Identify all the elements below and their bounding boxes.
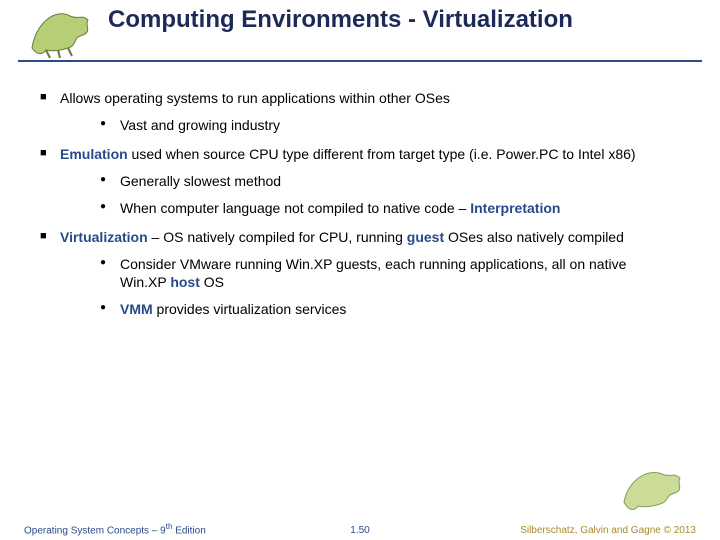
footer-text: Edition: [172, 525, 205, 536]
slide-title: Computing Environments - Virtualization: [108, 6, 573, 34]
dinosaur-icon: [24, 2, 104, 60]
term-guest: guest: [407, 229, 444, 245]
bullet-emulation: Emulation used when source CPU type diff…: [40, 146, 680, 217]
bullet-text: When computer language not compiled to n…: [120, 200, 470, 216]
bullet-virtualization: Virtualization – OS natively compiled fo…: [40, 229, 680, 317]
term-host: host: [170, 274, 200, 290]
sub-bullet-vmware: Consider VMware running Win.XP guests, e…: [100, 256, 670, 290]
dinosaur-icon: [620, 462, 694, 514]
term-virtualization: Virtualization: [60, 229, 148, 245]
term-vmm: VMM: [120, 301, 153, 317]
term-interpretation: Interpretation: [470, 200, 560, 216]
sub-bullet-slowest: Generally slowest method: [100, 173, 670, 190]
bullet-text: OSes also natively compiled: [444, 229, 624, 245]
footer-text: Operating System Concepts – 9: [24, 525, 166, 536]
slide-header: Computing Environments - Virtualization: [18, 4, 702, 62]
sub-bullet-vast: Vast and growing industry: [100, 117, 670, 134]
sub-bullet-interpretation: When computer language not compiled to n…: [100, 200, 670, 217]
bullet-text: Generally slowest method: [120, 173, 281, 189]
bullet-text: Vast and growing industry: [120, 117, 280, 133]
footer-copyright: Silberschatz, Galvin and Gagne © 2013: [520, 525, 696, 536]
bullet-allows: Allows operating systems to run applicat…: [40, 90, 680, 134]
bullet-text: OS: [200, 274, 224, 290]
footer-page-number: 1.50: [350, 525, 369, 536]
slide: Computing Environments - Virtualization …: [0, 4, 720, 540]
bullet-text: Allows operating systems to run applicat…: [60, 90, 450, 106]
bullet-text: – OS natively compiled for CPU, running: [148, 229, 407, 245]
bullet-text: used when source CPU type different from…: [128, 146, 636, 162]
footer-left: Operating System Concepts – 9th Edition: [24, 522, 206, 536]
slide-body: Allows operating systems to run applicat…: [0, 62, 720, 318]
sub-bullet-vmm: VMM provides virtualization services: [100, 301, 670, 318]
bullet-text: provides virtualization services: [153, 301, 347, 317]
term-emulation: Emulation: [60, 146, 128, 162]
